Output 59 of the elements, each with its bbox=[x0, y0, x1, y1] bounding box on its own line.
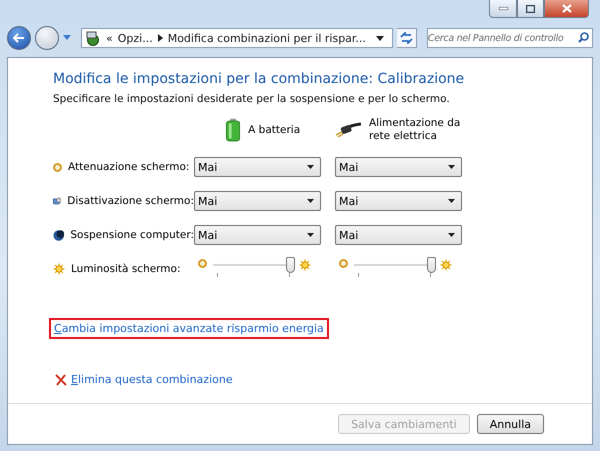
dim-sun-icon bbox=[339, 259, 348, 268]
dropdown[interactable]: Mai bbox=[194, 191, 321, 211]
page-heading: Modifica le impostazioni per la combinazione: Calibrazione bbox=[53, 71, 466, 87]
breadcrumb[interactable]: Modifica combinazioni per il rispar... bbox=[168, 32, 366, 44]
close-icon bbox=[562, 4, 572, 13]
back-button[interactable] bbox=[7, 26, 31, 50]
overflow-chevron[interactable]: « bbox=[106, 32, 113, 44]
refresh-arrows-icon bbox=[400, 32, 413, 44]
address-bar[interactable]: « Opzi... Modifica combinazioni per il rispar... bbox=[81, 28, 393, 48]
search-icon bbox=[578, 32, 589, 43]
address-dropdown-icon[interactable] bbox=[376, 36, 384, 40]
dropdown-caret-icon bbox=[307, 233, 314, 237]
slider-thumb[interactable] bbox=[426, 257, 436, 273]
breadcrumb-arrow-icon bbox=[158, 34, 163, 42]
setting-label: Disattivazione schermo: bbox=[67, 195, 194, 207]
back-arrow-icon bbox=[13, 33, 25, 43]
dim-sun-icon bbox=[198, 259, 207, 268]
advanced-settings-link[interactable]: Cambia impostazioni avanzate risparmio energia bbox=[49, 318, 329, 339]
brightness-slider[interactable] bbox=[213, 259, 293, 279]
dropdown-caret-icon bbox=[307, 165, 314, 169]
dropdown-caret-icon bbox=[307, 199, 314, 203]
battery-icon bbox=[226, 118, 240, 142]
sun-icon bbox=[440, 259, 452, 271]
column-heading: Alimentazione da rete elettrica bbox=[369, 117, 461, 143]
setting-label: Luminosità schermo: bbox=[71, 263, 181, 275]
column-heading: A batteria bbox=[248, 124, 302, 136]
dropdown[interactable]: Mai bbox=[335, 225, 462, 245]
dialog-button[interactable]: Annulla bbox=[476, 414, 544, 434]
control-panel-icon bbox=[85, 30, 101, 46]
history-dropdown-icon[interactable] bbox=[63, 35, 71, 41]
dim-sun-icon bbox=[53, 162, 62, 172]
close-button[interactable] bbox=[544, 0, 589, 18]
monitor-clock-icon bbox=[53, 194, 62, 208]
minimize-button[interactable] bbox=[489, 0, 517, 18]
slider-thumb[interactable] bbox=[286, 257, 295, 273]
forward-button[interactable] bbox=[35, 26, 59, 50]
delete-plan-link[interactable]: Elimina questa combinazione bbox=[71, 373, 233, 386]
dropdown[interactable]: Mai bbox=[335, 191, 462, 211]
search-field[interactable]: Cerca nel Pannello di controllo bbox=[426, 28, 593, 48]
breadcrumb[interactable]: Opzi... bbox=[118, 32, 153, 44]
setting-label: Attenuazione schermo: bbox=[68, 161, 190, 173]
dropdown-caret-icon bbox=[448, 233, 455, 237]
dropdown[interactable]: Mai bbox=[194, 225, 321, 245]
maximize-button[interactable] bbox=[517, 0, 544, 18]
page-description: Specificare le impostazioni desiderate per la sospensione e per lo schermo. bbox=[53, 93, 451, 105]
moon-icon bbox=[53, 228, 64, 242]
setting-label: Sospensione computer: bbox=[70, 229, 194, 241]
dropdown[interactable]: Mai bbox=[335, 157, 462, 177]
minimize-icon bbox=[498, 7, 508, 10]
maximize-icon bbox=[526, 4, 535, 12]
sun-icon bbox=[299, 259, 311, 271]
refresh-button[interactable] bbox=[396, 28, 417, 48]
sun-icon bbox=[53, 263, 65, 275]
dropdown-caret-icon bbox=[448, 165, 455, 169]
dropdown[interactable]: Mai bbox=[194, 157, 321, 177]
dropdown-caret-icon bbox=[448, 199, 455, 203]
power-plug-icon bbox=[335, 122, 361, 138]
brightness-slider[interactable] bbox=[354, 259, 434, 279]
delete-x-icon bbox=[55, 374, 67, 386]
